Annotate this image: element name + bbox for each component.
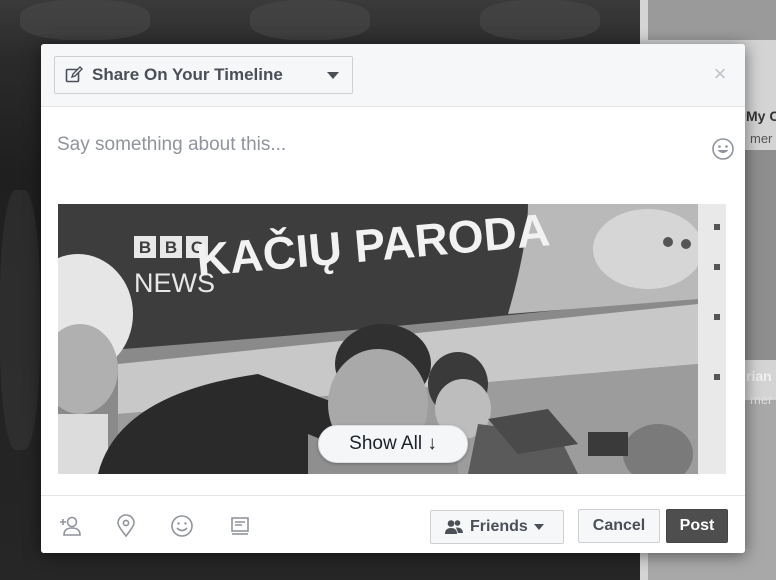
bbc-logo-letter: B [165,238,177,257]
show-all-button[interactable]: Show All ↓ [318,425,468,463]
share-target-label: Share On Your Timeline [92,65,283,84]
background-text: mer [750,131,773,146]
cancel-button[interactable]: Cancel [578,509,660,543]
sticker-icon[interactable] [227,513,253,539]
background-text: mer [750,392,773,407]
post-button[interactable]: Post [666,509,728,543]
bbc-logo-letter: B [139,238,151,257]
composer [41,108,745,204]
share-target-dropdown[interactable]: Share On Your Timeline [54,56,353,94]
feeling-icon[interactable] [169,513,195,539]
background-blob [480,0,600,40]
edit-icon [65,66,83,83]
background-blob [20,0,150,40]
background-text: My C [746,108,776,124]
dialog-header: Share On Your Timeline × [41,44,745,107]
audience-label: Friends [470,518,528,535]
post-text-input[interactable] [57,130,677,160]
background-card [648,0,776,40]
emoji-icon[interactable] [711,137,735,161]
chevron-down-icon [533,524,544,530]
audience-selector[interactable]: Friends [430,510,564,544]
share-dialog: Share On Your Timeline × Say something a… [41,44,745,553]
background-blob [0,190,40,450]
chevron-down-icon [327,72,339,79]
background-blob [250,0,370,40]
background-text: rian [746,368,772,384]
tag-friends-icon[interactable] [57,513,83,539]
dialog-footer: Friends Cancel Post [41,495,745,553]
location-icon[interactable] [113,513,139,539]
close-icon[interactable]: × [709,61,731,86]
friends-icon [445,520,463,534]
